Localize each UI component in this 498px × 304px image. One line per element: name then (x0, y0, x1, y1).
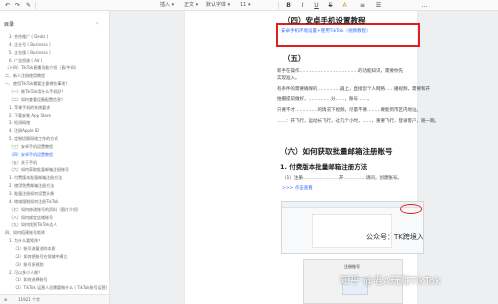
word-count: 11921 个字 (18, 297, 40, 302)
outline-item[interactable]: 3. 合作推广 ( Dealz ) (9, 33, 109, 40)
outline-item[interactable]: 4. 地域限制如何注册TikTok (9, 198, 109, 205)
section-5-line-4: 拍摄提前做好，……………分……，账号……， (277, 97, 372, 102)
strikethrough-button[interactable]: S (326, 1, 335, 10)
subsection-1-title: 1. 付费版本批量邮箱注册方法 (280, 163, 368, 171)
subsection-1-line: （1）注册……………………开……………请同，创建账号。 (282, 176, 402, 181)
outline-item[interactable]: 3. 检测网络 (9, 119, 109, 126)
outline-item[interactable]: （六）如何获取批量邮箱注册账号 (9, 166, 109, 173)
section-5-line-3: 有条件的需要确保的……………器上，直接您个人网络……播视频，需要和开 (277, 87, 430, 92)
click-view-link[interactable]: >>> 点击查看 (282, 185, 313, 191)
document-page[interactable]: （四）安卓手机设置教程 安卓手机环境设置+使用TikTok（视频教程） （五） … (185, 11, 439, 304)
more-button[interactable]: … (420, 1, 429, 10)
italic-button[interactable]: I (298, 1, 307, 10)
outline-item[interactable]: （2）如何把账号在领域中建立 (13, 253, 109, 260)
undo-icon[interactable]: ↶ (3, 1, 12, 10)
outline-item[interactable]: 1. 为什么要矩阵？ (9, 237, 109, 244)
underline-button[interactable]: U (312, 1, 321, 10)
zhihu-watermark: 知乎 @老A玩赚TikTok (340, 276, 441, 287)
section-5-title: （五） (283, 54, 306, 63)
font-family-select[interactable]: 默认字体 ▾ (206, 1, 230, 10)
outline-sidebar: 目录 ‹ 3. 合作推广 ( Dealz ) 4. 企业号 ( Business … (0, 11, 110, 304)
outline-toggle-icon[interactable]: ⊞ (4, 295, 7, 304)
redo-icon[interactable]: ↷ (13, 1, 22, 10)
outline-item[interactable]: 6. 广告投放 ( Ad ) (9, 57, 109, 64)
outline-item[interactable]: 2. 使用免费邮箱注册方法 (9, 182, 109, 189)
status-bar: ⊞ 11921 个字 (0, 294, 109, 304)
outline-item[interactable]: （1）如何选择账号 (13, 276, 109, 283)
outline-item[interactable]: 1. 付费版本批量邮箱注册方法 (9, 174, 109, 181)
register-account-title: 注册账号 (344, 264, 360, 269)
outline-item[interactable]: 2. 可以多少人做？ (9, 269, 109, 276)
outline-item[interactable]: （九）如何找到TikTok达人 (9, 221, 109, 228)
toolbar-divider (35, 2, 36, 9)
outline-item[interactable]: （一）做TikTok用什么手机好？ (9, 88, 109, 95)
align-button[interactable]: ≡ (358, 1, 367, 10)
highlight-box (276, 23, 420, 47)
outline-item[interactable]: （四）安卓手机设置教程 (9, 151, 109, 158)
outline-item[interactable]: 5. 企业版 ( Business ) (9, 49, 109, 56)
outline-item[interactable]: （3）账号多规划 (13, 261, 109, 268)
outline-item[interactable]: 3. 批量注册如何设置头像 (9, 190, 109, 197)
outline-item[interactable]: （二）如何查看设备配置信息？ (9, 96, 109, 103)
font-color-button[interactable]: A (340, 1, 349, 10)
outline-item[interactable]: 2. 下载安装 App Store (9, 112, 109, 119)
outline-item[interactable]: 四、如何搭建账号矩阵 (5, 229, 109, 236)
screenshot-form (312, 214, 392, 248)
outline-item[interactable]: 一、使用TikTok需要注意哪些事项？ (5, 80, 109, 87)
paragraph-style-select[interactable]: 正文 ▾ (184, 1, 198, 10)
toolbar-divider (278, 2, 279, 9)
section-5-line-2: 实现准入。 (277, 76, 300, 81)
app-window: ↶ ↷ ✎ 插入 ▾ 正文 ▾ 默认字体 ▾ 11 ▾ B I U S A ≡ … (0, 0, 498, 304)
insert-menu[interactable]: 插入 ▾ (160, 1, 174, 10)
outline-item[interactable]: （七）如何修改账号的资料（图片介绍） (9, 206, 109, 213)
outline-item[interactable]: （三）安卓手机设置教程 (9, 143, 109, 150)
outline-item[interactable]: （1）账号流量池的本质 (13, 245, 109, 252)
outline-item[interactable]: （十四）TikTok直播功能介绍（直/中间） (5, 64, 109, 71)
outline-item[interactable]: 5. 定制切换网络工作的方式 (9, 135, 109, 142)
format-painter-icon[interactable]: ✎ (24, 1, 33, 10)
outline-heading: 目录 (4, 22, 15, 28)
bold-button[interactable]: B (284, 1, 293, 10)
screenshot-watermark: 公众号：TK跨境入门 (366, 233, 424, 241)
section-5-line-5: 只要不才……………的情况下视频，尽量不要………要能到市区内地址。 (277, 108, 421, 113)
document-canvas: （四）安卓手机设置教程 安卓手机环境设置+使用TikTok（视频教程） （五） … (110, 11, 498, 304)
outline-item[interactable]: （2）TikTok 运营人员需要做什么 ( TikTok账号运营) (13, 284, 109, 291)
outline-item[interactable]: （八）如何绑定店铺账号 (9, 214, 109, 221)
outline-item[interactable]: 4. 企业号 ( Business ) (9, 41, 109, 48)
list-button[interactable]: ☰ (374, 1, 383, 10)
font-size-select[interactable]: 11 ▾ (240, 1, 250, 10)
section-4-link[interactable]: 安卓手机环境设置+使用TikTok（视频教程） (281, 28, 371, 34)
outline-item[interactable]: （五）关于手机 (9, 159, 109, 166)
collapse-outline-icon[interactable]: ‹ (96, 20, 98, 27)
screenshot-highlight (400, 204, 422, 214)
outline-item[interactable]: 4. 注册Apple ID (9, 127, 109, 134)
section-6-title: （六）如何获取批量邮箱注册账号 (280, 147, 393, 156)
editor-toolbar: ↶ ↷ ✎ 插入 ▾ 正文 ▾ 默认字体 ▾ 11 ▾ B I U S A ≡ … (0, 0, 498, 11)
outline-item[interactable]: 1. 苹果手机的系统要求 (9, 104, 109, 111)
section-5-line-6: ……：开飞行，运动长飞行，过几个小时，……，重要飞行，登录客户，随一期。 (277, 119, 439, 124)
registration-screenshot: 公众号：TK跨境入门 (281, 201, 424, 254)
section-4-title: （四）安卓手机设置教程 (283, 16, 366, 25)
outline-item[interactable]: 二、新人注册使用教程 (5, 72, 109, 79)
